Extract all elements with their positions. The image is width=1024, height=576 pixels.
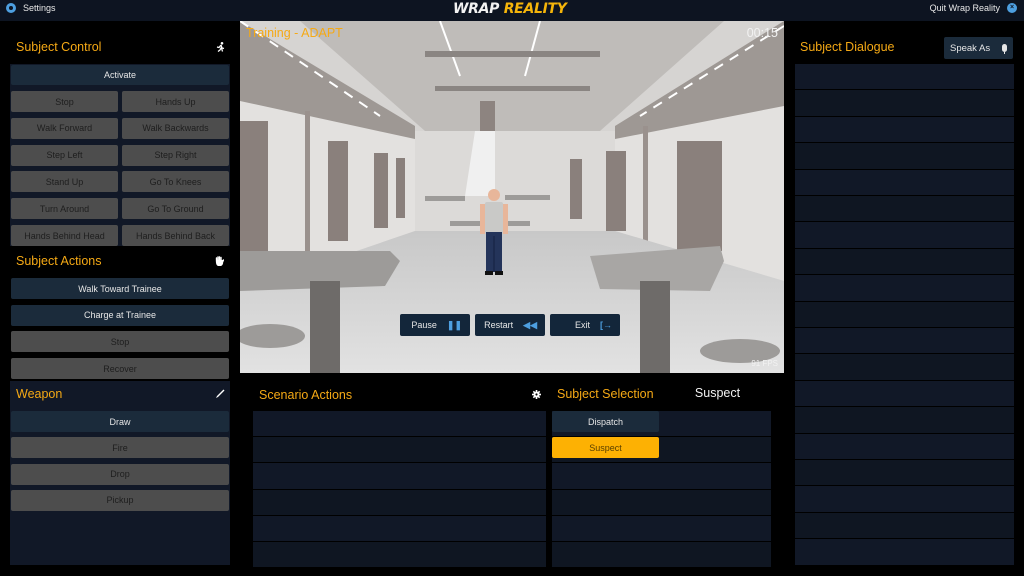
dialogue-row	[795, 301, 1014, 327]
weapon-empty-row	[11, 513, 229, 538]
fps-counter: 91 FPS	[751, 359, 778, 368]
subject-selection-row	[552, 515, 771, 541]
scenario-action-row	[253, 437, 546, 463]
pause-icon: ❚❚	[446, 319, 462, 330]
subject-control-hands-behind-back-button[interactable]: Hands Behind Back	[122, 225, 229, 246]
gear-icon	[6, 3, 16, 13]
subject-action-charge-at-trainee-button[interactable]: Charge at Trainee	[11, 304, 229, 326]
weapon-title: Weapon	[16, 387, 63, 401]
logo-reality: REALITY	[503, 1, 567, 17]
scenario-actions-title: Scenario Actions	[259, 388, 353, 402]
dialogue-row	[795, 407, 1014, 433]
dialogue-row	[795, 539, 1014, 565]
subject-selection-row	[552, 463, 771, 489]
dialogue-row	[795, 116, 1014, 143]
dialogue-row	[795, 433, 1014, 459]
scenario-action-row	[253, 463, 546, 489]
subject-dialogue-title: Subject Dialogue	[800, 40, 895, 54]
logo-wrap: WRAP	[453, 1, 500, 17]
dialogue-row	[795, 512, 1014, 539]
exit-label: Exit	[574, 320, 590, 330]
simulation-viewport[interactable]: Training - ADAPT 00:15 91 FPS Pause ❚❚ R…	[240, 21, 784, 373]
quit-label: Quit Wrap Reality	[929, 3, 1000, 13]
knife-icon	[215, 389, 225, 402]
subject-control-stand-up-button[interactable]: Stand Up	[11, 171, 118, 193]
gear-icon[interactable]	[532, 390, 541, 402]
dialogue-row	[795, 64, 1014, 90]
dialogue-row	[795, 380, 1014, 407]
dialogue-row	[795, 90, 1014, 116]
weapon-empty-row	[11, 540, 229, 565]
activate-button[interactable]: Activate	[11, 65, 229, 85]
settings-label: Settings	[23, 3, 56, 13]
scenario-action-row	[253, 489, 546, 515]
dialogue-row	[795, 248, 1014, 275]
dialogue-row	[795, 143, 1014, 169]
quit-button[interactable]: Quit Wrap Reality ×	[930, 3, 1017, 13]
app-logo: WRAP REALITY	[453, 1, 567, 17]
restart-button[interactable]: Restart ◀◀	[475, 314, 545, 336]
subject-option-dispatch[interactable]: Dispatch	[552, 411, 659, 432]
scenario-action-row	[253, 515, 546, 541]
hand-icon	[215, 256, 225, 269]
subject-control-walk-forward-button[interactable]: Walk Forward	[11, 117, 118, 139]
weapon-draw-button[interactable]: Draw	[11, 411, 229, 432]
weapon-fire-button[interactable]: Fire	[11, 437, 229, 459]
subject-action-walk-toward-trainee-button[interactable]: Walk Toward Trainee	[11, 278, 229, 299]
restart-label: Restart	[484, 320, 514, 330]
microphone-icon	[1002, 44, 1007, 54]
subject-selection-row	[552, 542, 771, 568]
weapon-drop-button[interactable]: Drop	[11, 463, 229, 485]
exit-button[interactable]: Exit [→	[550, 314, 620, 336]
settings-button[interactable]: Settings	[6, 3, 56, 13]
subject-actions-title: Subject Actions	[16, 254, 102, 268]
speak-as-label: Speak As	[950, 42, 991, 54]
subject-control-step-right-button[interactable]: Step Right	[122, 144, 229, 166]
subject-control-go-to-ground-button[interactable]: Go To Ground	[122, 198, 229, 220]
subject-control-hands-behind-head-button[interactable]: Hands Behind Head	[11, 225, 118, 246]
subject-selection-row	[552, 489, 771, 515]
exit-icon: [→	[600, 320, 612, 330]
subject-control-walk-backwards-button[interactable]: Walk Backwards	[122, 117, 229, 139]
subject-selection-title: Subject Selection	[557, 387, 654, 401]
subject-control-stop-button[interactable]: Stop	[11, 91, 118, 112]
scenario-action-row	[253, 542, 546, 568]
running-person-icon	[216, 42, 225, 55]
dialogue-row	[795, 328, 1014, 354]
dialogue-row	[795, 196, 1014, 222]
dialogue-row	[795, 354, 1014, 380]
dialogue-row	[795, 275, 1014, 301]
subject-control-turn-around-button[interactable]: Turn Around	[11, 198, 118, 220]
rewind-icon: ◀◀	[523, 319, 537, 330]
subject-control-hands-up-button[interactable]: Hands Up	[122, 91, 229, 112]
scenario-timer: 00:15	[746, 26, 778, 40]
dialogue-row	[795, 486, 1014, 512]
pause-label: Pause	[411, 320, 437, 330]
speak-as-button[interactable]: Speak As	[944, 37, 1013, 59]
dialogue-row	[795, 460, 1014, 486]
close-circle-icon: ×	[1007, 3, 1017, 13]
subject-action-stop-button[interactable]: Stop	[11, 331, 229, 353]
subject-control-step-left-button[interactable]: Step Left	[11, 144, 118, 166]
top-bar: Settings WRAP REALITY Quit Wrap Reality …	[0, 0, 1024, 21]
scenario-title: Training - ADAPT	[246, 26, 343, 40]
weapon-pickup-button[interactable]: Pickup	[11, 489, 229, 511]
pause-button[interactable]: Pause ❚❚	[400, 314, 470, 336]
selected-subject-name: Suspect	[694, 386, 741, 400]
dialogue-row	[795, 169, 1014, 195]
subject-control-go-to-knees-button[interactable]: Go To Knees	[122, 171, 229, 193]
subject-option-suspect[interactable]: Suspect	[552, 437, 659, 458]
scenario-action-row	[253, 411, 546, 437]
subject-action-recover-button[interactable]: Recover	[11, 358, 229, 380]
dialogue-row	[795, 222, 1014, 248]
subject-control-title: Subject Control	[16, 40, 102, 54]
